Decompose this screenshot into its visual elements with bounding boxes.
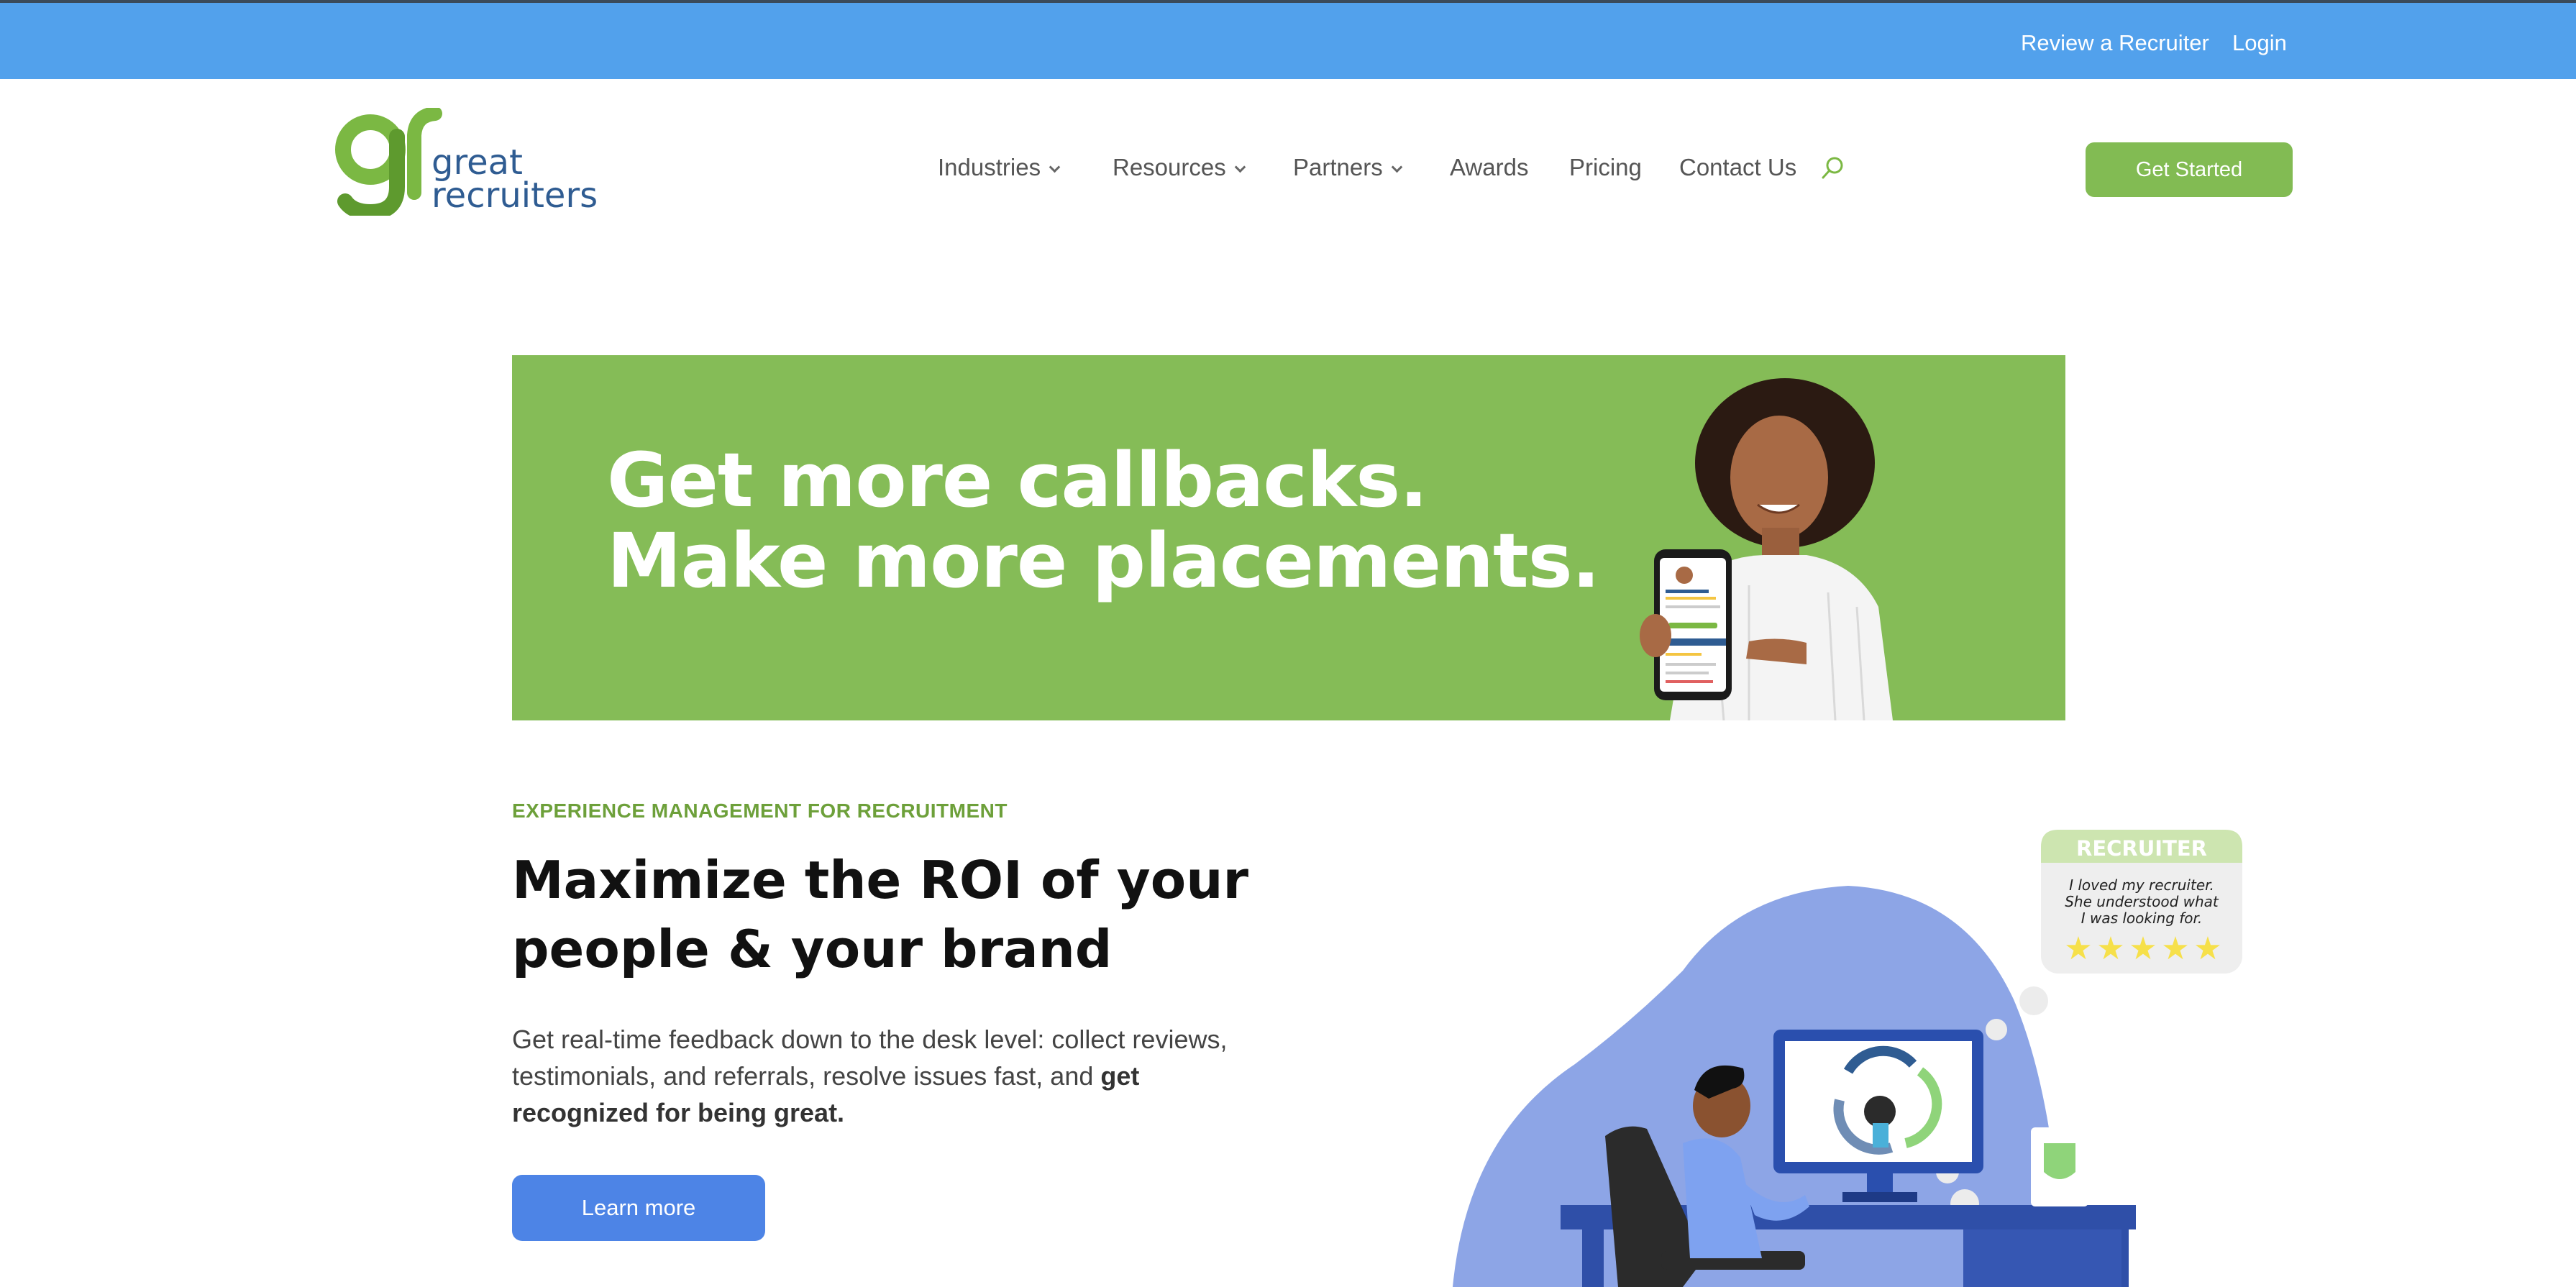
chevron-down-icon [1234, 161, 1246, 173]
banner-line-2: Make more placements. [607, 517, 1600, 605]
login-link[interactable]: Login [2232, 30, 2287, 56]
review-quote-line-2: She understood what [2065, 893, 2219, 910]
recruiter-review-illustration: RECRUITER I loved my recruiter. She unde… [1453, 830, 2242, 1287]
section-eyebrow: EXPERIENCE MANAGEMENT FOR RECRUITMENT [512, 800, 1008, 822]
nav-item-pricing[interactable]: Pricing [1569, 154, 1642, 181]
nav-item-label: Partners [1293, 154, 1383, 180]
banner-line-1: Get more callbacks. [607, 436, 1428, 524]
section-paragraph: Get real-time feedback down to the desk … [512, 1021, 1274, 1131]
chevron-down-icon [1391, 161, 1402, 173]
review-card: RECRUITER I loved my recruiter. She unde… [2041, 830, 2242, 974]
chevron-down-icon [1049, 161, 1061, 173]
woman-with-phone-image [1640, 378, 1893, 720]
get-started-button[interactable]: Get Started [2086, 142, 2293, 197]
nav-item-awards[interactable]: Awards [1450, 154, 1528, 181]
top-bar: Review a Recruiter Login [0, 0, 2576, 79]
star-icon: ★ [2193, 930, 2221, 967]
section-heading: Maximize the ROI of your people & your b… [512, 846, 1303, 984]
review-recruiter-link[interactable]: Review a Recruiter [2021, 30, 2209, 56]
nav-item-label: Industries [938, 154, 1041, 180]
star-icon: ★ [2064, 930, 2092, 967]
review-card-title: RECRUITER [2076, 836, 2207, 861]
nav-item-partners[interactable]: Partners [1293, 154, 1402, 181]
nav-item-industries[interactable]: Industries [938, 154, 1061, 181]
nav-item-resources[interactable]: Resources [1113, 154, 1246, 181]
section-heading-line-2: people & your brand [512, 919, 1113, 979]
banner-headline: Get more callbacks. Make more placements… [607, 436, 1600, 605]
review-quote-line-3: I was looking for. [2081, 910, 2203, 927]
nav-item-label: Resources [1113, 154, 1226, 180]
review-quote-line-1: I loved my recruiter. [2069, 876, 2214, 894]
star-icon: ★ [2129, 930, 2157, 967]
five-stars-rating: ★ ★ ★ ★ ★ [2064, 930, 2221, 967]
nav-item-contact-us[interactable]: Contact Us [1679, 154, 1796, 181]
learn-more-button[interactable]: Learn more [512, 1175, 765, 1241]
star-icon: ★ [2161, 930, 2189, 967]
great-recruiters-logo[interactable]: great recruiters [331, 108, 604, 216]
logo-text-recruiters: recruiters [431, 175, 598, 216]
section-heading-line-1: Maximize the ROI of your [512, 850, 1248, 910]
star-icon: ★ [2096, 930, 2124, 967]
hero-banner: Get more callbacks. Make more placements… [512, 355, 2065, 720]
search-icon[interactable] [1821, 155, 1845, 180]
